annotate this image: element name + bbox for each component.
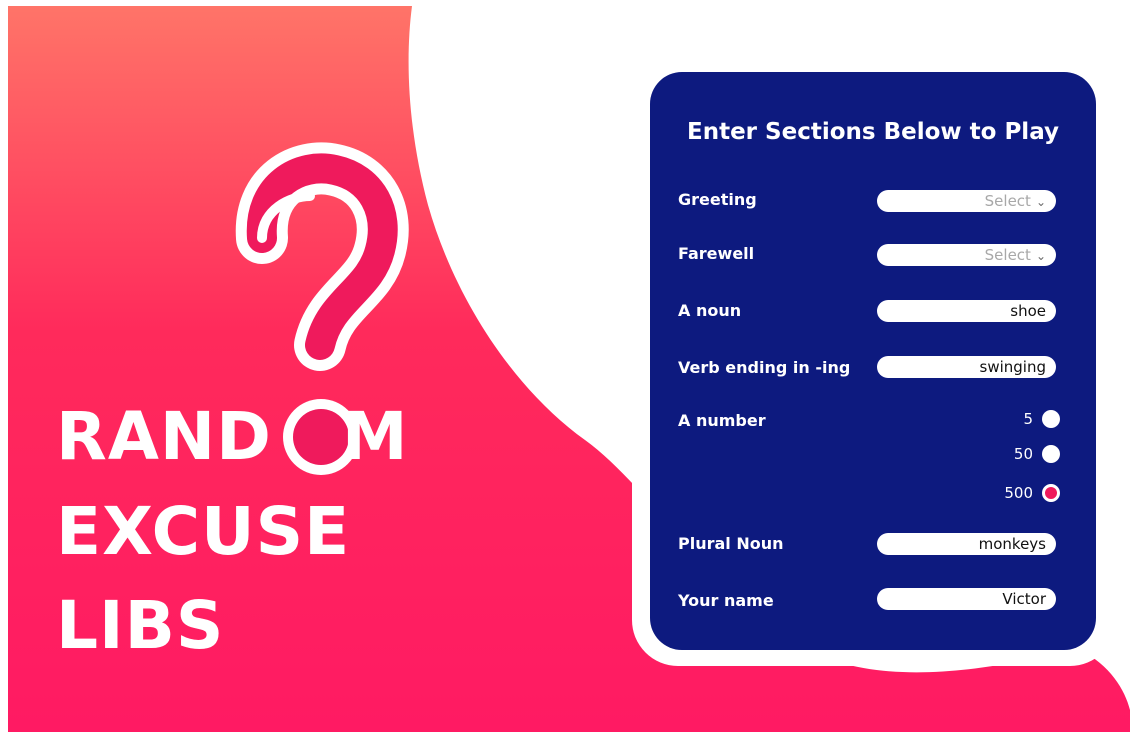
radio-button[interactable] [1042,410,1060,428]
greeting-select-value: Select [984,192,1031,210]
form-title: Enter Sections Below to Play [687,119,1059,145]
number-option-label: 50 [1013,445,1033,463]
title-line-1-start: RAND [56,398,272,475]
title-line-1-end: M [341,398,409,475]
noun-label: A noun [678,301,742,320]
number-label: A number [678,411,766,430]
title-line-2: EXCUSE [56,493,351,570]
radio-button-selected[interactable] [1042,484,1060,502]
greeting-label: Greeting [678,190,757,209]
number-option-5[interactable]: 5 [1023,410,1060,428]
number-option-label: 5 [1023,410,1033,428]
chevron-down-icon: ⌄ [1035,249,1046,263]
farewell-select[interactable]: Select ⌄ [877,244,1056,266]
greeting-select[interactable]: Select ⌄ [877,190,1056,212]
number-option-500[interactable]: 500 [1004,484,1060,502]
title-line-3: LIBS [56,587,225,664]
farewell-label: Farewell [678,244,755,263]
form-panel: Enter Sections Below to Play Greeting Se… [650,72,1096,650]
number-option-50[interactable]: 50 [1014,445,1060,463]
radio-button[interactable] [1042,445,1060,463]
plural-noun-label: Plural Noun [678,534,784,553]
verb-input[interactable]: swinging [877,356,1056,378]
your-name-label: Your name [678,591,774,610]
noun-input[interactable]: shoe [877,300,1056,322]
number-option-label: 500 [1004,484,1033,502]
your-name-input[interactable]: Victor [877,588,1056,610]
farewell-select-value: Select [984,246,1031,264]
title-line-1: RAND M [56,404,409,470]
verb-label: Verb ending in -ing [678,358,851,377]
chevron-down-icon: ⌄ [1035,195,1046,209]
plural-noun-input[interactable]: monkeys [877,533,1056,555]
